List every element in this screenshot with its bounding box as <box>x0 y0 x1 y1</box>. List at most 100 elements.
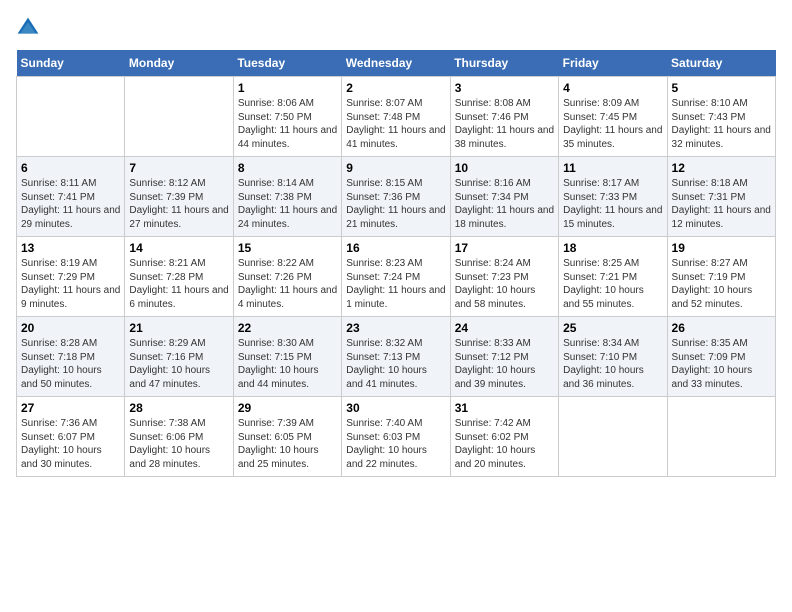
calendar-cell: 22Sunrise: 8:30 AM Sunset: 7:15 PM Dayli… <box>233 317 341 397</box>
calendar-cell: 24 Sunrise: 8:33 AM Sunset: 7:12 PM Dayli… <box>450 317 558 397</box>
logo-icon <box>16 16 40 40</box>
day-info: Sunrise: 8:17 AM Sunset: 7:33 PM Dayligh… <box>563 177 662 231</box>
calendar-cell: 16 Sunrise: 8:23 AM Sunset: 7:24 PM Dayli… <box>342 237 450 317</box>
calendar-cell: 26 Sunrise: 8:35 AM Sunset: 7:09 PM Dayli… <box>667 317 775 397</box>
calendar-cell: 8 Sunrise: 8:14 AM Sunset: 7:38 PM Daylig… <box>233 157 341 237</box>
day-info: Sunrise: 8:22 AM Sunset: 7:26 PM Dayligh… <box>238 257 337 311</box>
day-header-thursday: Thursday <box>450 50 558 77</box>
day-number: 17 <box>455 241 554 255</box>
day-number: 4 <box>563 81 662 95</box>
day-info: Sunrise: 8:34 AM Sunset: 7:10 PM Dayligh… <box>563 337 662 391</box>
page-header <box>16 16 776 40</box>
day-info: Sunrise: 8:18 AM Sunset: 7:31 PM Dayligh… <box>672 177 771 231</box>
days-header-row: SundayMondayTuesdayWednesdayThursdayFrid… <box>17 50 776 77</box>
calendar-cell: 6Sunrise: 8:11 AM Sunset: 7:41 PM Daylig… <box>17 157 125 237</box>
day-number: 31 <box>455 401 554 415</box>
day-number: 3 <box>455 81 554 95</box>
calendar-cell: 1 Sunrise: 8:06 AM Sunset: 7:50 PM Daylig… <box>233 77 341 157</box>
day-number: 7 <box>129 161 228 175</box>
calendar-cell: 10Sunrise: 8:16 AM Sunset: 7:34 PM Dayli… <box>450 157 558 237</box>
day-number: 14 <box>129 241 228 255</box>
day-info: Sunrise: 8:09 AM Sunset: 7:45 PM Dayligh… <box>563 97 662 151</box>
day-info: Sunrise: 8:15 AM Sunset: 7:36 PM Dayligh… <box>346 177 445 231</box>
day-number: 22 <box>238 321 337 335</box>
day-number: 18 <box>563 241 662 255</box>
day-number: 28 <box>129 401 228 415</box>
day-number: 16 <box>346 241 445 255</box>
calendar-cell: 21 Sunrise: 8:29 AM Sunset: 7:16 PM Dayli… <box>125 317 233 397</box>
day-number: 30 <box>346 401 445 415</box>
day-number: 5 <box>672 81 771 95</box>
day-header-tuesday: Tuesday <box>233 50 341 77</box>
calendar-cell: 3 Sunrise: 8:08 AM Sunset: 7:46 PM Daylig… <box>450 77 558 157</box>
day-number: 19 <box>672 241 771 255</box>
calendar-cell <box>17 77 125 157</box>
calendar-cell: 27 Sunrise: 7:36 AM Sunset: 6:07 PM Dayli… <box>17 397 125 477</box>
day-info: Sunrise: 7:36 AM Sunset: 6:07 PM Dayligh… <box>21 417 120 471</box>
day-number: 21 <box>129 321 228 335</box>
day-number: 8 <box>238 161 337 175</box>
day-number: 20 <box>21 321 120 335</box>
day-info: Sunrise: 8:28 AM Sunset: 7:18 PM Dayligh… <box>21 337 120 391</box>
week-row-1: 1 Sunrise: 8:06 AM Sunset: 7:50 PM Daylig… <box>17 77 776 157</box>
day-header-friday: Friday <box>559 50 667 77</box>
calendar-cell: 23 Sunrise: 8:32 AM Sunset: 7:13 PM Dayli… <box>342 317 450 397</box>
calendar-cell: 17Sunrise: 8:24 AM Sunset: 7:23 PM Dayli… <box>450 237 558 317</box>
calendar-cell: 29 Sunrise: 7:39 AM Sunset: 6:05 PM Dayli… <box>233 397 341 477</box>
day-info: Sunrise: 8:14 AM Sunset: 7:38 PM Dayligh… <box>238 177 337 231</box>
day-info: Sunrise: 8:11 AM Sunset: 7:41 PM Dayligh… <box>21 177 120 231</box>
day-info: Sunrise: 8:23 AM Sunset: 7:24 PM Dayligh… <box>346 257 445 311</box>
day-number: 27 <box>21 401 120 415</box>
day-number: 25 <box>563 321 662 335</box>
day-number: 15 <box>238 241 337 255</box>
day-info: Sunrise: 8:27 AM Sunset: 7:19 PM Dayligh… <box>672 257 771 311</box>
calendar-cell: 28 Sunrise: 7:38 AM Sunset: 6:06 PM Dayli… <box>125 397 233 477</box>
calendar-cell: 18 Sunrise: 8:25 AM Sunset: 7:21 PM Dayli… <box>559 237 667 317</box>
week-row-5: 27 Sunrise: 7:36 AM Sunset: 6:07 PM Dayli… <box>17 397 776 477</box>
calendar-cell: 20 Sunrise: 8:28 AM Sunset: 7:18 PM Dayli… <box>17 317 125 397</box>
day-info: Sunrise: 8:21 AM Sunset: 7:28 PM Dayligh… <box>129 257 228 311</box>
day-info: Sunrise: 8:07 AM Sunset: 7:48 PM Dayligh… <box>346 97 445 151</box>
day-number: 26 <box>672 321 771 335</box>
calendar-cell: 7 Sunrise: 8:12 AM Sunset: 7:39 PM Daylig… <box>125 157 233 237</box>
day-info: Sunrise: 8:25 AM Sunset: 7:21 PM Dayligh… <box>563 257 662 311</box>
day-info: Sunrise: 8:32 AM Sunset: 7:13 PM Dayligh… <box>346 337 445 391</box>
week-row-4: 20 Sunrise: 8:28 AM Sunset: 7:18 PM Dayli… <box>17 317 776 397</box>
day-info: Sunrise: 8:10 AM Sunset: 7:43 PM Dayligh… <box>672 97 771 151</box>
day-info: Sunrise: 8:12 AM Sunset: 7:39 PM Dayligh… <box>129 177 228 231</box>
calendar-cell: 19 Sunrise: 8:27 AM Sunset: 7:19 PM Dayli… <box>667 237 775 317</box>
day-info: Sunrise: 8:33 AM Sunset: 7:12 PM Dayligh… <box>455 337 554 391</box>
calendar-cell: 12 Sunrise: 8:18 AM Sunset: 7:31 PM Dayli… <box>667 157 775 237</box>
day-info: Sunrise: 7:42 AM Sunset: 6:02 PM Dayligh… <box>455 417 554 471</box>
day-number: 11 <box>563 161 662 175</box>
logo <box>16 16 44 40</box>
calendar-cell: 30Sunrise: 7:40 AM Sunset: 6:03 PM Dayli… <box>342 397 450 477</box>
calendar-cell: 14 Sunrise: 8:21 AM Sunset: 7:28 PM Dayli… <box>125 237 233 317</box>
day-number: 24 <box>455 321 554 335</box>
day-header-sunday: Sunday <box>17 50 125 77</box>
calendar-cell: 15 Sunrise: 8:22 AM Sunset: 7:26 PM Dayli… <box>233 237 341 317</box>
day-info: Sunrise: 8:29 AM Sunset: 7:16 PM Dayligh… <box>129 337 228 391</box>
day-number: 2 <box>346 81 445 95</box>
day-number: 1 <box>238 81 337 95</box>
day-info: Sunrise: 8:35 AM Sunset: 7:09 PM Dayligh… <box>672 337 771 391</box>
day-info: Sunrise: 8:16 AM Sunset: 7:34 PM Dayligh… <box>455 177 554 231</box>
day-info: Sunrise: 7:39 AM Sunset: 6:05 PM Dayligh… <box>238 417 337 471</box>
day-number: 9 <box>346 161 445 175</box>
calendar-cell: 13 Sunrise: 8:19 AM Sunset: 7:29 PM Dayli… <box>17 237 125 317</box>
week-row-3: 13 Sunrise: 8:19 AM Sunset: 7:29 PM Dayli… <box>17 237 776 317</box>
calendar-cell: 31 Sunrise: 7:42 AM Sunset: 6:02 PM Dayli… <box>450 397 558 477</box>
day-number: 13 <box>21 241 120 255</box>
day-number: 23 <box>346 321 445 335</box>
day-number: 12 <box>672 161 771 175</box>
day-info: Sunrise: 8:19 AM Sunset: 7:29 PM Dayligh… <box>21 257 120 311</box>
day-number: 29 <box>238 401 337 415</box>
day-info: Sunrise: 7:38 AM Sunset: 6:06 PM Dayligh… <box>129 417 228 471</box>
day-info: Sunrise: 8:06 AM Sunset: 7:50 PM Dayligh… <box>238 97 337 151</box>
week-row-2: 6Sunrise: 8:11 AM Sunset: 7:41 PM Daylig… <box>17 157 776 237</box>
calendar-cell: 4 Sunrise: 8:09 AM Sunset: 7:45 PM Daylig… <box>559 77 667 157</box>
day-header-saturday: Saturday <box>667 50 775 77</box>
day-info: Sunrise: 8:08 AM Sunset: 7:46 PM Dayligh… <box>455 97 554 151</box>
calendar-cell <box>125 77 233 157</box>
calendar-cell: 25 Sunrise: 8:34 AM Sunset: 7:10 PM Dayli… <box>559 317 667 397</box>
